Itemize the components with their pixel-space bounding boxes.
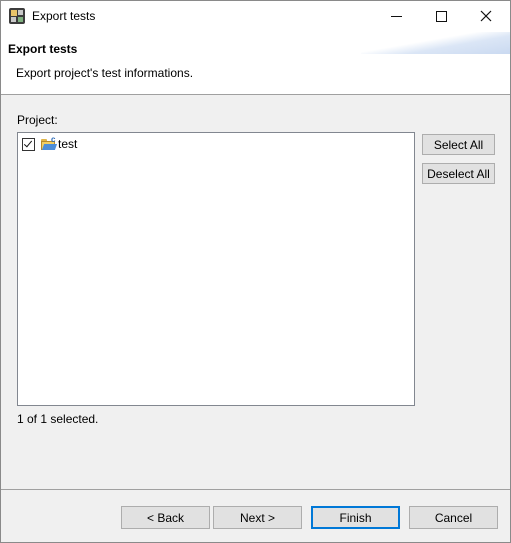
project-label: Project:	[17, 113, 58, 127]
select-all-button[interactable]: Select All	[422, 134, 495, 155]
tree-item-label: test	[58, 137, 78, 151]
finish-button[interactable]: Finish	[311, 506, 400, 529]
project-tree[interactable]: c test	[17, 132, 415, 406]
selection-status: 1 of 1 selected.	[17, 412, 99, 426]
app-icon	[9, 8, 25, 24]
close-button[interactable]	[464, 1, 508, 31]
back-button[interactable]: < Back	[121, 506, 210, 529]
next-button[interactable]: Next >	[213, 506, 302, 529]
wizard-banner: Export tests Export project's test infor…	[1, 32, 510, 95]
wizard-page-description: Export project's test informations.	[16, 66, 194, 80]
maximize-button[interactable]	[419, 1, 463, 31]
maximize-icon	[435, 10, 447, 22]
tree-item-checkbox[interactable]	[22, 137, 35, 151]
window-title: Export tests	[32, 9, 96, 23]
minimize-button[interactable]	[374, 1, 418, 31]
cancel-button[interactable]: Cancel	[409, 506, 498, 529]
minimize-icon	[390, 15, 402, 17]
footer-separator	[1, 489, 510, 490]
banner-decoration	[361, 32, 510, 54]
close-icon	[480, 10, 492, 22]
tree-item-test[interactable]: c test	[22, 135, 78, 152]
deselect-all-button[interactable]: Deselect All	[422, 163, 495, 184]
title-bar: Export tests	[1, 1, 510, 32]
project-folder-icon: c	[41, 135, 58, 151]
wizard-page-title: Export tests	[8, 42, 78, 56]
export-tests-dialog: Export tests Export tests Export project…	[0, 0, 511, 543]
